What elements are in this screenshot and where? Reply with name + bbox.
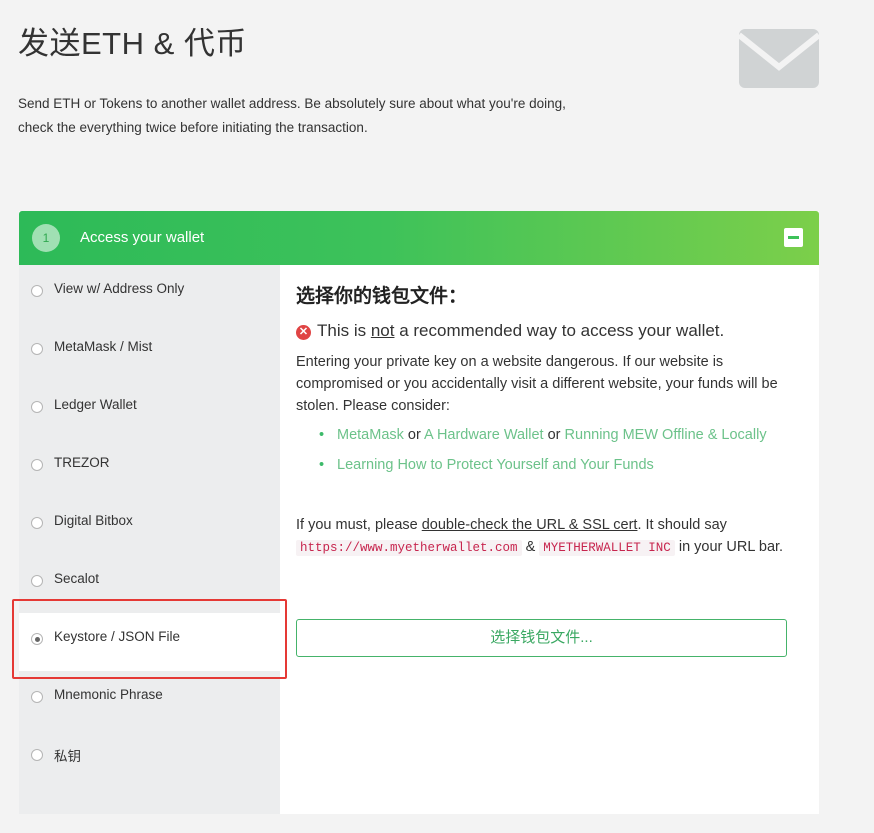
select-wallet-file-button[interactable]: 选择钱包文件... [296,619,787,657]
panel-header[interactable]: 1 Access your wallet [19,211,819,265]
wallet-option-private-key[interactable]: 私钥 [19,729,280,787]
panel-header-title: Access your wallet [80,229,205,246]
section-heading: 选择你的钱包文件： [296,286,468,307]
hardware-wallet-link[interactable]: A Hardware Wallet [424,427,544,443]
wallet-option-view-address[interactable]: View w/ Address Only [19,265,280,323]
x-circle-icon: ✕ [296,325,311,340]
wallet-option-label: 私钥 [54,749,81,764]
radio-button[interactable] [31,285,43,297]
double-check-link[interactable]: double-check the URL & SSL cert [422,517,638,533]
step-number-badge: 1 [32,224,60,252]
wallet-type-sidebar: View w/ Address Only MetaMask / Mist Led… [19,265,280,814]
warning-text-post: a recommended way to access your wallet. [394,321,725,340]
radio-button[interactable] [31,401,43,413]
wallet-option-label: Mnemonic Phrase [54,687,163,702]
radio-button[interactable] [31,691,43,703]
or-text: or [543,427,565,443]
wallet-option-trezor[interactable]: TREZOR [19,439,280,497]
company-code: MYETHERWALLET INC [539,540,675,556]
radio-button[interactable] [31,575,43,587]
learning-link[interactable]: Learning How to Protect Yourself and You… [337,457,654,473]
suggestions-list: MetaMask or A Hardware Wallet or Running… [319,424,789,476]
wallet-option-label: Ledger Wallet [54,397,137,412]
url-code: https://www.myetherwallet.com [296,540,522,556]
minus-square-icon[interactable] [784,228,803,247]
page-intro: Send ETH or Tokens to another wallet add… [18,96,566,135]
warning-paragraph: Entering your private key on a website d… [296,354,778,414]
wallet-option-mnemonic[interactable]: Mnemonic Phrase [19,671,280,729]
amp-text: & [521,539,540,555]
list-item: Learning How to Protect Yourself and You… [319,454,789,476]
wallet-option-label: Keystore / JSON File [54,629,181,644]
wallet-option-label: View w/ Address Only [54,281,185,296]
warning-line: ✕ This is not a recommended way to access… [296,321,724,341]
radio-button[interactable] [31,343,43,355]
wallet-option-digital-bitbox[interactable]: Digital Bitbox [19,497,280,555]
envelope-icon [739,29,819,88]
must-text-mid: . It should say [637,517,727,533]
must-text-post: in your URL bar. [674,539,784,555]
warning-text-emph: not [370,321,395,340]
radio-button[interactable] [31,517,43,529]
url-check-paragraph: If you must, please double-check the URL… [296,514,791,559]
wallet-option-keystore[interactable]: Keystore / JSON File [19,613,280,671]
radio-button[interactable] [31,459,43,471]
wallet-option-metamask[interactable]: MetaMask / Mist [19,323,280,381]
mew-offline-link[interactable]: Running MEW Offline & Locally [565,427,767,443]
metamask-link[interactable]: MetaMask [337,427,404,443]
list-item: MetaMask or A Hardware Wallet or Running… [319,424,789,446]
warning-text-pre: This is [317,321,371,340]
or-text: or [403,427,425,443]
wallet-option-ledger[interactable]: Ledger Wallet [19,381,280,439]
radio-button-selected[interactable] [31,633,43,645]
wallet-option-label: MetaMask / Mist [54,339,153,354]
wallet-option-label: Secalot [54,571,100,586]
wallet-option-secalot[interactable]: Secalot [19,555,280,613]
wallet-option-label: Digital Bitbox [54,513,133,528]
must-text-pre: If you must, please [296,517,422,533]
page-title: 发送ETH & 代币 [18,26,247,61]
radio-button[interactable] [31,749,43,761]
wallet-option-label: TREZOR [54,455,110,470]
